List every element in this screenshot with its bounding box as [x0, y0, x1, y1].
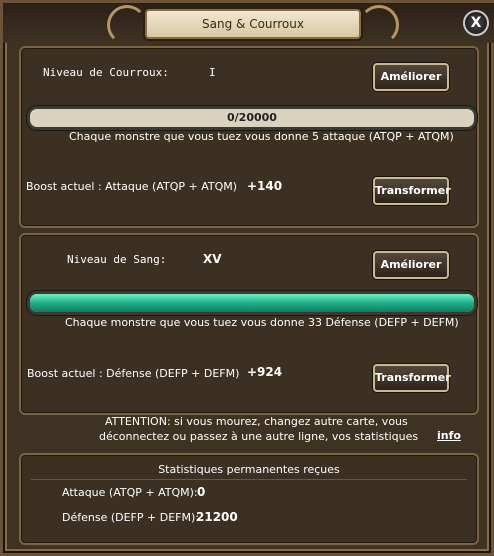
sang-boost-value: +924: [247, 365, 283, 379]
info-link[interactable]: info: [437, 429, 461, 442]
courroux-transform-button[interactable]: Transformer: [373, 177, 451, 205]
warning-line-2: déconnectez ou passez à une autre ligne,…: [99, 430, 419, 443]
sang-transform-button[interactable]: Transformer: [373, 364, 451, 392]
ornament-left-icon: [107, 5, 147, 45]
close-button[interactable]: X: [463, 10, 489, 36]
sang-description: Chaque monstre que vous tuez vous donne …: [65, 316, 459, 329]
sang-improve-button[interactable]: Améliorer: [373, 251, 449, 279]
ornament-right-icon: [359, 5, 399, 45]
courroux-improve-button[interactable]: Améliorer: [373, 63, 449, 91]
sang-progress-bar: [27, 291, 477, 315]
sang-progress-fill: [30, 294, 474, 312]
courroux-panel: Niveau de Courroux: I Améliorer 0/20000 …: [19, 46, 479, 228]
warning-line-1: ATTENTION: si vous mourez, changez autre…: [105, 415, 408, 428]
permanent-defense-label: Défense (DEFP + DEFM):: [62, 511, 199, 524]
courroux-level-value: I: [209, 66, 216, 79]
permanent-attack-label: Attaque (ATQP + ATQM):: [62, 486, 198, 499]
permanent-attack-value: 0: [197, 485, 206, 499]
sang-boost-label: Boost actuel : Défense (DEFP + DEFM): [27, 367, 240, 380]
sang-level-value: XV: [203, 252, 222, 266]
permanent-defense-value: 21200: [196, 510, 238, 524]
title-bar[interactable]: Sang & Courroux X: [3, 3, 494, 45]
window-title: Sang & Courroux: [145, 9, 361, 39]
permanent-stats-panel: Statistiques permanentes reçues Attaque …: [19, 453, 479, 545]
sang-panel: Niveau de Sang: XV Améliorer Chaque mons…: [19, 233, 479, 415]
courroux-level-label: Niveau de Courroux:: [43, 66, 169, 79]
permanent-stats-title: Statistiques permanentes reçues: [158, 463, 340, 476]
courroux-description: Chaque monstre que vous tuez vous donne …: [69, 130, 454, 143]
courroux-boost-value: +140: [247, 179, 283, 193]
courroux-progress-bar: 0/20000: [27, 106, 477, 130]
courroux-progress-text: 0/20000: [227, 111, 277, 124]
courroux-boost-label: Boost actuel : Attaque (ATQP + ATQM): [26, 180, 238, 193]
divider: [31, 479, 467, 480]
sang-level-label: Niveau de Sang:: [67, 253, 167, 266]
